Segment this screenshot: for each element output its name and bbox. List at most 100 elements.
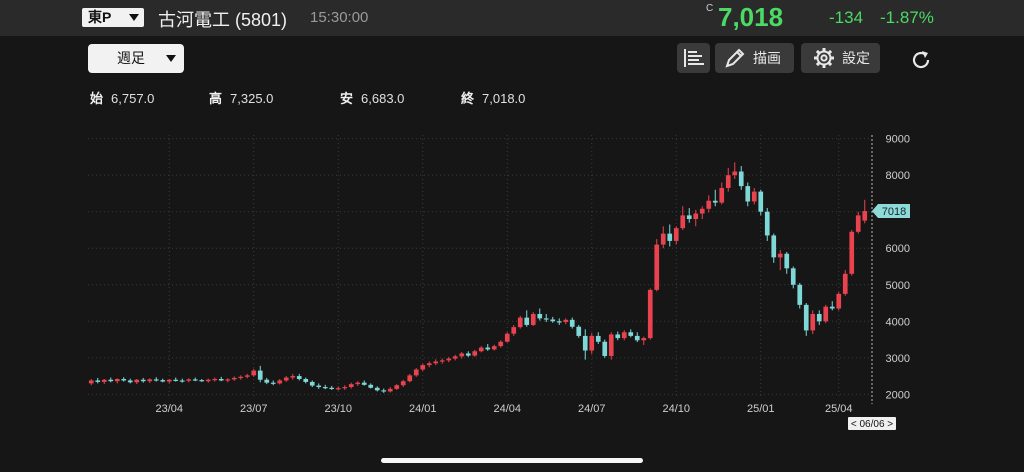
candle <box>153 377 159 382</box>
candle <box>277 379 283 385</box>
candle-body <box>446 358 452 361</box>
candle <box>283 376 289 382</box>
candle-body <box>387 388 393 392</box>
candle-body <box>816 313 822 322</box>
y-tick-label: 9000 <box>886 134 910 146</box>
candle-body <box>88 380 94 384</box>
candle <box>309 380 315 388</box>
candle <box>745 182 751 207</box>
candle-body <box>582 335 588 351</box>
candle <box>160 378 166 383</box>
candle <box>810 310 816 335</box>
candle <box>660 226 666 249</box>
candle-body <box>394 385 400 389</box>
candle <box>407 373 413 383</box>
top-bar: 東P 古河電工 (5801) 15:30:00 C 7,018 -134 -1.… <box>0 0 1024 36</box>
candle <box>231 376 237 381</box>
indicator-list-button[interactable] <box>677 43 710 73</box>
price-flag: C <box>706 3 714 14</box>
candle <box>368 383 374 389</box>
candle-body <box>608 334 614 356</box>
candle <box>303 377 309 384</box>
candle-body <box>849 231 855 274</box>
candle <box>413 368 419 377</box>
candle-body <box>374 387 380 391</box>
candle-body <box>238 376 244 379</box>
reload-icon[interactable] <box>908 47 934 73</box>
candle-body <box>719 187 725 203</box>
candle-body <box>225 379 231 381</box>
candle <box>556 318 562 325</box>
candle-body <box>498 341 504 347</box>
candle-body <box>218 379 224 381</box>
candle <box>686 208 692 223</box>
draw-button[interactable]: 描画 <box>715 43 794 73</box>
candle <box>667 224 673 247</box>
candle-body <box>342 387 348 389</box>
candle <box>394 384 400 390</box>
candle-body <box>563 319 569 323</box>
candle <box>563 318 569 325</box>
candle <box>433 359 439 366</box>
candle <box>673 226 679 245</box>
candle <box>855 211 861 234</box>
candle-body <box>732 171 738 176</box>
candle-body <box>147 379 153 382</box>
candle <box>524 310 530 327</box>
chevron-down-icon <box>129 14 139 21</box>
candle-body <box>348 384 354 388</box>
gear-icon <box>814 48 834 68</box>
candle <box>719 182 725 205</box>
candle <box>166 379 172 384</box>
candle <box>205 378 211 383</box>
candle-body <box>686 215 692 220</box>
candle <box>816 310 822 325</box>
candle <box>140 377 146 383</box>
candle-body <box>407 375 413 382</box>
candle-body <box>472 351 478 356</box>
candle <box>199 379 205 382</box>
candle-body <box>784 253 790 269</box>
candle <box>836 292 842 311</box>
candle <box>329 385 335 390</box>
candle <box>725 167 731 192</box>
low-key: 安 <box>340 91 354 106</box>
candle-body <box>615 334 621 339</box>
candle <box>420 363 426 371</box>
candle-body <box>316 385 322 388</box>
settings-button[interactable]: 設定 <box>801 43 880 73</box>
candle <box>387 387 393 393</box>
candle <box>374 386 380 392</box>
candle <box>530 312 536 327</box>
candle <box>225 378 231 383</box>
candle <box>738 166 744 190</box>
candle-body <box>251 370 257 376</box>
company-name: 古河電工 (5801) <box>158 10 288 30</box>
candle <box>595 332 601 344</box>
candle-body <box>771 235 777 258</box>
candle-body <box>634 335 640 341</box>
period-select[interactable]: 週足 <box>88 44 184 73</box>
candle-body <box>595 335 601 342</box>
x-tick-label: 24/01 <box>409 403 437 415</box>
candle <box>439 358 445 364</box>
y-tick-label: 2000 <box>886 389 910 401</box>
candle-body <box>368 384 374 388</box>
open-value: 6,757.0 <box>111 91 155 106</box>
candle <box>108 377 114 383</box>
x-tick-label: 24/07 <box>578 403 606 415</box>
candle <box>147 378 153 384</box>
candle-body <box>309 381 315 386</box>
ohlc-open: 始 6,757.0 <box>90 88 154 107</box>
candle-body <box>517 317 523 328</box>
candle-body <box>647 289 653 339</box>
candle-body <box>205 379 211 382</box>
candle <box>842 270 848 296</box>
market-select[interactable]: 東P <box>82 8 144 27</box>
candlestick-chart[interactable]: 2000300040005000600070008000900023/0423/… <box>0 120 1024 435</box>
candle <box>803 303 809 336</box>
candle-body <box>660 233 666 245</box>
candle-body <box>790 268 796 285</box>
candle <box>504 332 510 343</box>
candle-body <box>602 341 608 356</box>
